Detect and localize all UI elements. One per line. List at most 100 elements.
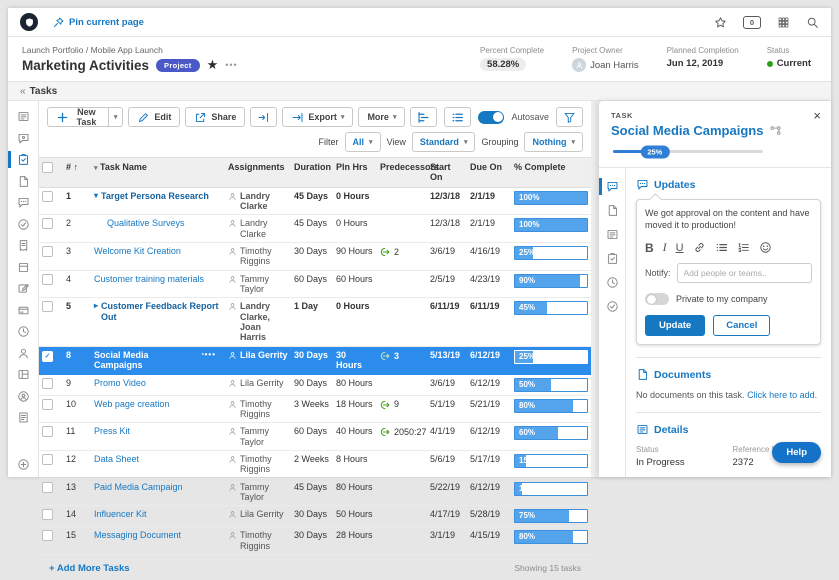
section-back-bar[interactable]: « Tasks (8, 82, 831, 101)
panel-tab-hours-icon[interactable] (599, 276, 625, 289)
task-name-link[interactable]: Influencer Kit (94, 509, 147, 519)
row-checkbox[interactable] (39, 375, 63, 394)
panel-tab-approvals-icon[interactable] (599, 300, 625, 313)
table-row[interactable]: 5 ▸ Customer Feedback Report Out Landry Cla… (39, 298, 591, 347)
new-task-caret-button[interactable]: ▾ (108, 107, 124, 127)
row-checkbox[interactable] (39, 215, 63, 234)
new-task-button[interactable]: New Task (47, 107, 109, 127)
details-section-heading[interactable]: Details (636, 423, 821, 436)
table-row[interactable]: 9 Promo Video Lila Gerrity 90 Days 80 Hours 3… (39, 375, 591, 396)
row-checkbox[interactable] (39, 479, 63, 498)
outline-view-button[interactable] (444, 107, 472, 127)
nav-tasks-icon[interactable] (8, 151, 38, 168)
breadcrumb-portfolio[interactable]: Launch Portfolio (22, 45, 83, 55)
col-predecessors[interactable]: Predecessors (377, 158, 439, 176)
workfront-logo[interactable] (20, 13, 38, 31)
task-name-link[interactable]: Target Persona Research (101, 191, 209, 201)
table-row[interactable]: 1 ▾ Target Persona Research Landry Clarke 45… (39, 188, 591, 216)
table-row[interactable]: 2 Qualitative Surveys Landry Clarke 45 Days… (39, 215, 591, 244)
pin-current-page-link[interactable]: Pin current page (52, 16, 144, 29)
nav-documents-icon[interactable] (8, 175, 38, 188)
update-draft-text[interactable]: We got approval on the content and have … (645, 208, 812, 231)
col-number[interactable]: # ↑ (63, 158, 91, 176)
search-icon[interactable] (806, 16, 819, 29)
panel-tab-documents-icon[interactable] (599, 204, 625, 217)
col-due-on[interactable]: Due On (467, 158, 511, 176)
task-name-link[interactable]: Web page creation (94, 399, 169, 409)
task-name-link[interactable]: Press Kit (94, 426, 130, 436)
task-name-link[interactable]: Customer training materials (94, 274, 204, 284)
col-assignments[interactable]: Assignments (225, 158, 291, 176)
nav-add-icon[interactable] (8, 458, 38, 471)
bullet-list-button[interactable] (715, 241, 728, 254)
more-button[interactable]: More ▾ (358, 107, 406, 127)
nav-billing-icon[interactable] (8, 304, 38, 317)
nav-business-case-icon[interactable] (8, 261, 38, 274)
task-name-link[interactable]: Customer Feedback Report Out (101, 301, 222, 322)
select-all-checkbox[interactable] (39, 158, 63, 179)
task-name-link[interactable]: Promo Video (94, 378, 146, 388)
row-more-icon[interactable]: ••• (205, 350, 222, 359)
add-more-tasks-link[interactable]: + Add More Tasks (49, 563, 130, 574)
row-checkbox[interactable] (39, 243, 63, 262)
apps-grid-icon[interactable] (777, 16, 790, 29)
table-row[interactable]: 10 Web page creation Timothy Riggins 3 Week… (39, 396, 591, 424)
favorites-star-icon[interactable] (714, 16, 727, 29)
nav-notes-icon[interactable] (8, 411, 38, 424)
hierarchy-icon[interactable] (769, 124, 782, 137)
bold-button[interactable]: B (645, 241, 654, 255)
share-button[interactable]: Share (185, 107, 246, 127)
documents-add-link[interactable]: Click here to add. (747, 390, 817, 400)
close-panel-icon[interactable]: × (813, 109, 821, 122)
more-menu-icon[interactable]: ••• (225, 60, 237, 70)
view-dropdown[interactable]: Standard ▾ (411, 132, 476, 152)
col-start-on[interactable]: Start On (427, 158, 467, 187)
task-name-link[interactable]: Welcome Kit Creation (94, 246, 181, 256)
col-duration[interactable]: Duration (291, 158, 333, 176)
gantt-view-button[interactable] (410, 107, 438, 127)
table-row[interactable]: 3 Welcome Kit Creation Timothy Riggins 30 D… (39, 243, 591, 271)
progress-slider-handle[interactable]: 25% (640, 145, 670, 158)
private-toggle[interactable] (645, 293, 669, 306)
row-checkbox[interactable] (39, 271, 63, 290)
task-name-link[interactable]: Qualitative Surveys (107, 218, 185, 228)
numbered-list-button[interactable] (737, 241, 750, 254)
documents-section-heading[interactable]: Documents (636, 368, 821, 381)
nav-expenses-icon[interactable] (8, 239, 38, 252)
favorite-star-icon[interactable]: ★ (207, 57, 219, 73)
autosave-toggle[interactable] (478, 110, 505, 124)
update-button[interactable]: Update (645, 315, 706, 337)
nav-staffing-icon[interactable] (8, 390, 38, 403)
row-checkbox[interactable] (39, 527, 63, 546)
cancel-button[interactable]: Cancel (713, 315, 771, 337)
row-checkbox[interactable] (39, 396, 63, 415)
row-checkbox[interactable] (39, 451, 63, 470)
table-row[interactable]: 14 Influencer Kit Lila Gerrity 30 Days 50 Ho… (39, 506, 591, 528)
table-row[interactable]: 13 Paid Media Campaign Tammy Taylor 45 Days… (39, 479, 591, 507)
task-name-link[interactable]: Messaging Document (94, 530, 181, 540)
owner-name[interactable]: Joan Harris (590, 60, 639, 71)
task-name-link[interactable]: Social Media Campaigns (94, 350, 196, 371)
panel-tab-subtasks-icon[interactable] (599, 252, 625, 265)
nav-hours-icon[interactable] (8, 325, 38, 338)
row-checkbox[interactable] (39, 298, 63, 317)
nav-people-icon[interactable] (8, 347, 38, 360)
col-pct-complete[interactable]: % Complete (511, 158, 591, 176)
nav-issues-icon[interactable] (8, 196, 38, 209)
emoji-button[interactable] (759, 241, 772, 254)
panel-tab-updates-icon[interactable] (599, 178, 625, 195)
underline-button[interactable]: U (676, 242, 684, 254)
col-pln-hrs[interactable]: Pln Hrs (333, 158, 377, 176)
progress-slider[interactable]: 25% (613, 145, 763, 158)
italic-button[interactable]: I (663, 240, 667, 255)
col-task-name[interactable]: ▾ Task Name (91, 158, 225, 177)
row-checkbox[interactable] (39, 423, 63, 442)
row-checkbox[interactable] (39, 188, 63, 207)
filter-funnel-button[interactable] (556, 107, 583, 127)
notifications-badge[interactable]: 0 (743, 15, 761, 29)
table-row[interactable]: 15 Messaging Document Timothy Riggins 30 Da… (39, 527, 591, 555)
task-name-link[interactable]: Data Sheet (94, 454, 139, 464)
table-row[interactable]: 4 Customer training materials Tammy Taylor… (39, 271, 591, 299)
nav-overview-icon[interactable] (8, 110, 38, 123)
panel-task-title[interactable]: Social Media Campaigns (611, 123, 763, 138)
